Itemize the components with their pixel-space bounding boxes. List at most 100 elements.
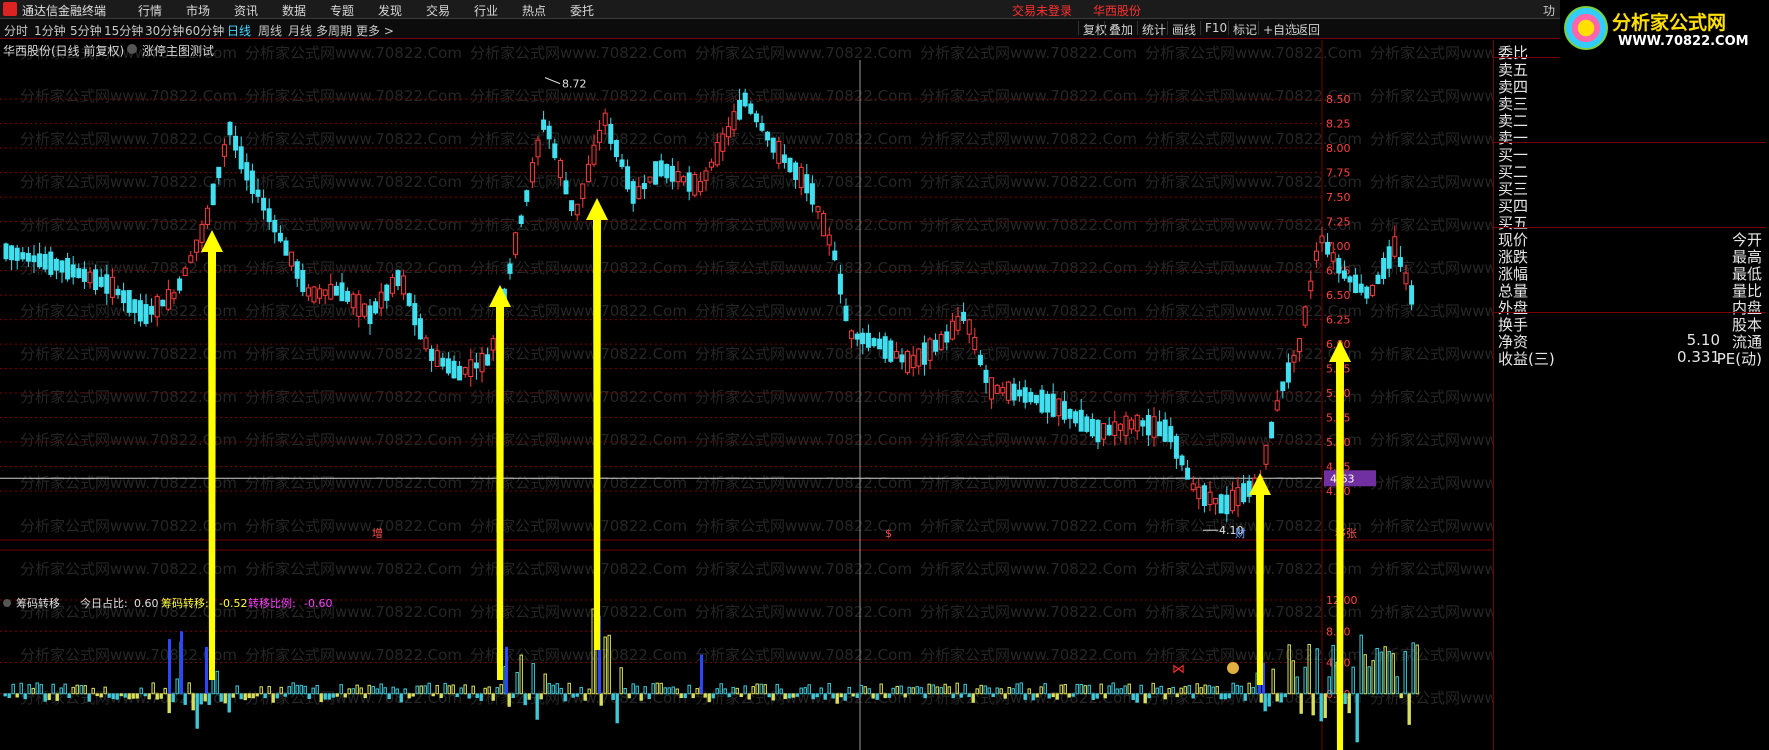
chip-transfer-bar bbox=[251, 693, 255, 699]
function-menu[interactable]: 功 bbox=[1543, 2, 1555, 19]
candle-body bbox=[42, 253, 48, 270]
period-tab-4[interactable]: 30分钟 bbox=[145, 22, 184, 39]
chip-transfer-bar bbox=[835, 693, 839, 704]
candle-body bbox=[625, 166, 631, 190]
chip-transfer-bar bbox=[23, 693, 27, 700]
candle-body bbox=[658, 160, 664, 177]
chip-transfer-bar bbox=[467, 693, 471, 699]
period-tab-6[interactable]: 日线 bbox=[227, 22, 251, 39]
candle-body bbox=[557, 160, 563, 179]
candle-body bbox=[1117, 423, 1123, 431]
chip-transfer-bar bbox=[263, 693, 267, 699]
candle-body bbox=[1022, 387, 1028, 403]
watermark-text: 分析家公式网www.70822.Com bbox=[695, 431, 912, 449]
candle-body bbox=[59, 260, 65, 273]
chip-transfer-bar bbox=[687, 684, 691, 695]
watermark-text: 分析家公式网www.70822.Com bbox=[695, 646, 912, 664]
toolbar-button-3[interactable]: 画线 bbox=[1167, 21, 1200, 37]
candle-body bbox=[1067, 408, 1073, 419]
candle-body bbox=[367, 305, 373, 325]
chip-transfer-bar bbox=[1051, 693, 1055, 698]
chip-transfer-bar bbox=[1047, 693, 1051, 699]
menu-item-2[interactable]: 资讯 bbox=[234, 2, 282, 19]
chip-transfer-bar bbox=[571, 693, 575, 698]
period-tab-9[interactable]: 多周期 bbox=[316, 22, 352, 39]
candle-body bbox=[518, 215, 524, 225]
chip-transfer-bar bbox=[239, 693, 243, 700]
chip-transfer-bar bbox=[1147, 693, 1151, 699]
candle-body bbox=[608, 123, 614, 144]
chip-transfer-bar bbox=[1263, 693, 1267, 712]
candle-body bbox=[888, 340, 894, 362]
chip-transfer-bar bbox=[887, 693, 891, 698]
candle-body bbox=[1375, 274, 1381, 285]
menu-item-7[interactable]: 行业 bbox=[474, 2, 522, 19]
toolbar-button-2[interactable]: 统计 bbox=[1137, 21, 1170, 37]
menu-item-0[interactable]: 行情 bbox=[138, 2, 186, 19]
watermark-text: 分析家公式网www.70822.Com bbox=[20, 646, 237, 664]
indicator-name[interactable]: 涨停主图测试 bbox=[142, 42, 214, 59]
chip-transfer-bar bbox=[951, 693, 955, 699]
menu-item-1[interactable]: 市场 bbox=[186, 2, 234, 19]
candle-body bbox=[613, 140, 619, 158]
candle-body bbox=[933, 339, 939, 352]
candle-body bbox=[765, 131, 771, 141]
menu-item-5[interactable]: 发现 bbox=[378, 2, 426, 19]
candle-body bbox=[507, 263, 513, 274]
candle-body bbox=[479, 353, 485, 373]
current-stock-name[interactable]: 华西股份 bbox=[1093, 2, 1141, 19]
menu-item-3[interactable]: 数据 bbox=[282, 2, 330, 19]
chip-transfer-bar bbox=[615, 693, 619, 724]
candle-body bbox=[1330, 252, 1336, 262]
period-tab-0[interactable]: 分时 bbox=[4, 22, 28, 39]
chip-transfer-bar bbox=[1347, 693, 1351, 714]
candle-body bbox=[406, 293, 412, 306]
candle-body bbox=[1285, 362, 1291, 383]
period-tab-8[interactable]: 月线 bbox=[288, 22, 312, 39]
indicator-toggle-icon[interactable] bbox=[127, 44, 137, 54]
candle-body bbox=[199, 223, 205, 243]
menu-item-6[interactable]: 交易 bbox=[426, 2, 474, 19]
candle-body bbox=[137, 300, 143, 322]
candle-body bbox=[972, 336, 978, 351]
candle-body bbox=[1039, 389, 1045, 413]
toolbar-button-7[interactable]: 返回 bbox=[1291, 21, 1324, 37]
chip-transfer-bar bbox=[127, 693, 131, 700]
toolbar-button-4[interactable]: F10 bbox=[1200, 21, 1231, 35]
candle-body bbox=[826, 234, 832, 246]
candle-body bbox=[793, 162, 799, 180]
period-tab-5[interactable]: 60分钟 bbox=[185, 22, 224, 39]
kline-chart[interactable]: 分析家公式网www.70822.Com 分析家公式网www.70822.Com 分析… bbox=[0, 40, 1493, 750]
watermark-text: 分析家公式网www.70822.Com bbox=[1145, 517, 1362, 535]
candle-body bbox=[994, 384, 1000, 394]
menu-item-4[interactable]: 专题 bbox=[330, 2, 378, 19]
period-tab-7[interactable]: 周线 bbox=[258, 22, 282, 39]
menu-item-8[interactable]: 热点 bbox=[522, 2, 570, 19]
candle-body bbox=[619, 159, 625, 167]
lower-indicator-toggle-icon bbox=[3, 599, 11, 607]
candle-body bbox=[98, 276, 104, 287]
candle-body bbox=[81, 268, 87, 282]
candle-body bbox=[182, 267, 188, 276]
candle-body bbox=[350, 293, 356, 309]
candle-body bbox=[569, 200, 575, 212]
toolbar-button-5[interactable]: 标记 bbox=[1228, 21, 1261, 37]
watermark-text: 分析家公式网www.70822.Com bbox=[920, 560, 1137, 578]
watermark-text: 分析家公式网www.70822.Com bbox=[695, 87, 912, 105]
candle-body bbox=[636, 186, 642, 200]
period-tab-3[interactable]: 15分钟 bbox=[104, 22, 143, 39]
menu-item-9[interactable]: 委托 bbox=[570, 2, 618, 19]
event-marker: 增 bbox=[372, 526, 383, 540]
chip-transfer-bar bbox=[283, 693, 287, 697]
period-tab-1[interactable]: 1分钟 bbox=[34, 22, 66, 39]
candle-body bbox=[1000, 387, 1006, 394]
candle-body bbox=[899, 354, 905, 363]
period-tab-10[interactable]: 更多 > bbox=[356, 22, 394, 39]
toolbar-button-1[interactable]: 叠加 bbox=[1104, 21, 1137, 37]
candle-body bbox=[445, 358, 451, 374]
chip-transfer-bar bbox=[55, 693, 59, 701]
watermark-text: 分析家公式网www.70822.Com bbox=[20, 474, 237, 492]
watermark-text: 分析家公式网www.70822.Com bbox=[245, 431, 462, 449]
period-tab-2[interactable]: 5分钟 bbox=[70, 22, 102, 39]
trade-login-status[interactable]: 交易未登录 bbox=[1012, 2, 1072, 19]
